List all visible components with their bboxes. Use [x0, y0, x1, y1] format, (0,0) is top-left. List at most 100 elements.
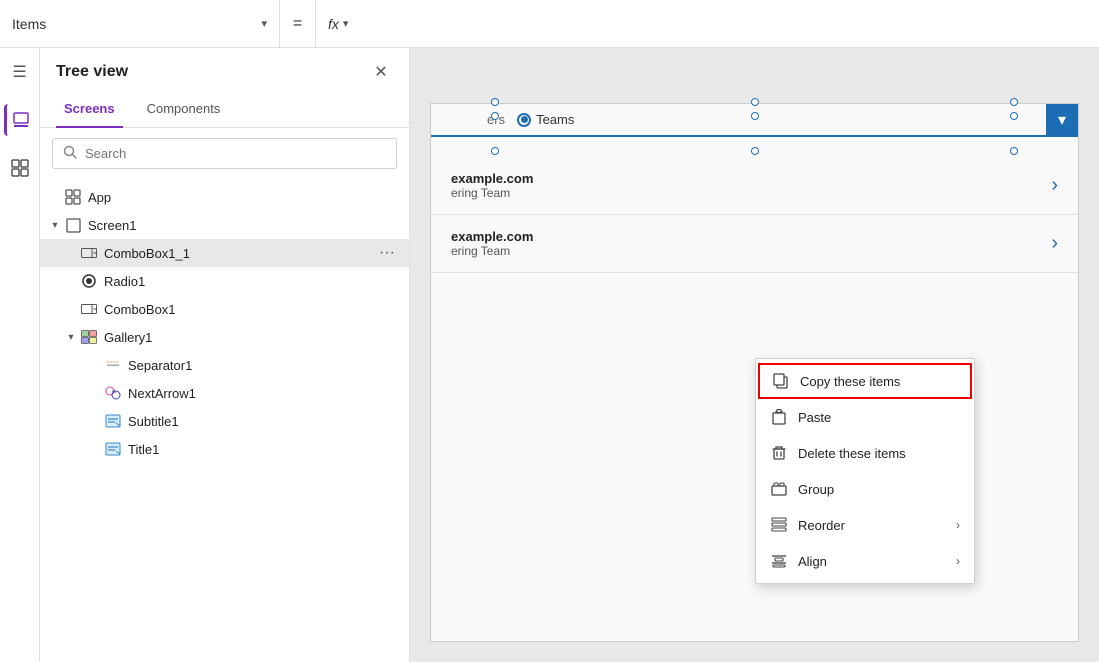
- group-icon: [770, 480, 788, 498]
- separator1-label: Separator1: [128, 358, 401, 373]
- gallery1-label: Gallery1: [104, 330, 401, 345]
- app-icon: [64, 188, 82, 206]
- top-bar: Items ▾ = fx ▾: [0, 0, 1099, 48]
- tree-header: Tree view ✕: [40, 48, 409, 92]
- subtitle1-spacer: [88, 414, 102, 428]
- control-dot: [491, 112, 499, 120]
- context-menu: Copy these items Paste: [755, 358, 975, 584]
- combobox1-icon: [80, 300, 98, 318]
- combobox1-1-chevron-spacer: [64, 246, 78, 260]
- layers-icon[interactable]: [4, 104, 36, 136]
- gallery1-chevron-icon[interactable]: ▾: [64, 330, 78, 344]
- control-dot: [1010, 147, 1018, 155]
- app-label: App: [88, 190, 401, 205]
- search-icon: [63, 145, 77, 162]
- tree-item-gallery1[interactable]: ▾ Gallery1: [40, 323, 409, 351]
- items-dropdown[interactable]: Items ▾: [0, 0, 280, 47]
- canvas-list-item-1: example.com ering Team ›: [431, 157, 1078, 215]
- combobox1-chevron-spacer: [64, 302, 78, 316]
- tab-components[interactable]: Components: [139, 93, 229, 128]
- subtitle1-label: Subtitle1: [128, 414, 401, 429]
- separator1-spacer: [88, 358, 102, 372]
- tree-view-title: Tree view: [56, 63, 128, 81]
- gallery-icon: [80, 328, 98, 346]
- icon-bar: ☰: [0, 48, 40, 662]
- context-menu-paste[interactable]: Paste: [756, 399, 974, 435]
- items-label: Items: [12, 16, 46, 32]
- control-dot: [491, 98, 499, 106]
- title1-label: Title1: [128, 442, 401, 457]
- tree-tabs: Screens Components: [40, 92, 409, 128]
- canvas-tab-row: ers Teams ▾: [431, 104, 1078, 137]
- group-label: Group: [798, 482, 834, 497]
- copy-icon: [772, 372, 790, 390]
- align-label: Align: [798, 554, 827, 569]
- tree-item-radio1[interactable]: Radio1: [40, 267, 409, 295]
- tab-screens[interactable]: Screens: [56, 93, 123, 128]
- canvas-area: ers Teams ▾: [410, 48, 1099, 662]
- fx-label: fx: [328, 16, 339, 32]
- screen1-label: Screen1: [88, 218, 401, 233]
- tree-panel: Tree view ✕ Screens Components: [40, 48, 410, 662]
- screen-icon: [64, 216, 82, 234]
- tree-item-separator1[interactable]: Separator1: [40, 351, 409, 379]
- equals-sign: =: [280, 0, 316, 47]
- paste-label: Paste: [798, 410, 831, 425]
- hamburger-menu-icon[interactable]: ☰: [4, 56, 36, 88]
- title1-spacer: [88, 442, 102, 456]
- tree-item-app[interactable]: App: [40, 183, 409, 211]
- context-menu-delete[interactable]: Delete these items: [756, 435, 974, 471]
- nextarrow1-label: NextArrow1: [128, 386, 401, 401]
- tree-close-button[interactable]: ✕: [369, 60, 393, 84]
- context-menu-group[interactable]: Group: [756, 471, 974, 507]
- canvas-list-item-2: example.com ering Team ›: [431, 215, 1078, 273]
- context-menu-reorder[interactable]: Reorder ›: [756, 507, 974, 543]
- combobox1-label: ComboBox1: [104, 302, 401, 317]
- canvas-item1-line1: example.com: [451, 171, 533, 186]
- control-dot: [1010, 98, 1018, 106]
- components-icon[interactable]: [4, 152, 36, 184]
- close-icon: ✕: [374, 62, 387, 82]
- control-dot: [751, 98, 759, 106]
- nextarrow-icon: [104, 384, 122, 402]
- tree-item-subtitle1[interactable]: Subtitle1: [40, 407, 409, 435]
- control-dot: [751, 147, 759, 155]
- combobox-icon: [80, 244, 98, 262]
- canvas-item2-line2: ering Team: [451, 244, 533, 258]
- chevron-spacer: [48, 190, 62, 204]
- fx-chevron-icon: ▾: [343, 17, 349, 30]
- tree-item-combobox1[interactable]: ComboBox1: [40, 295, 409, 323]
- control-dot: [751, 112, 759, 120]
- fx-bar[interactable]: fx ▾: [316, 0, 1099, 47]
- control-dot: [1010, 112, 1018, 120]
- tree-item-nextarrow1[interactable]: NextArrow1: [40, 379, 409, 407]
- align-arrow-icon: ›: [956, 554, 960, 568]
- reorder-icon: [770, 516, 788, 534]
- radio1-label: Radio1: [104, 274, 401, 289]
- search-box[interactable]: [52, 138, 397, 169]
- tree-item-title1[interactable]: Title1: [40, 435, 409, 463]
- search-input[interactable]: [85, 146, 386, 161]
- nextarrow1-spacer: [88, 386, 102, 400]
- separator-icon: [104, 356, 122, 374]
- copy-label: Copy these items: [800, 374, 900, 389]
- reorder-label: Reorder: [798, 518, 845, 533]
- canvas-item2-chevron-icon: ›: [1051, 232, 1058, 255]
- radio1-chevron-spacer: [64, 274, 78, 288]
- more-options-icon[interactable]: ···: [373, 244, 401, 262]
- paste-icon: [770, 408, 788, 426]
- context-menu-align[interactable]: Align ›: [756, 543, 974, 579]
- combobox1-1-label: ComboBox1_1: [104, 246, 373, 261]
- context-menu-copy[interactable]: Copy these items: [758, 363, 972, 399]
- canvas-item1-chevron-icon: ›: [1051, 174, 1058, 197]
- control-dot: [491, 147, 499, 155]
- screen1-chevron-icon[interactable]: ▾: [48, 218, 62, 232]
- tree-item-screen1[interactable]: ▾ Screen1: [40, 211, 409, 239]
- tree-item-combobox1-1[interactable]: ComboBox1_1 ···: [40, 239, 409, 267]
- align-icon: [770, 552, 788, 570]
- reorder-arrow-icon: ›: [956, 518, 960, 532]
- delete-icon: [770, 444, 788, 462]
- delete-label: Delete these items: [798, 446, 906, 461]
- canvas-dropdown-button[interactable]: ▾: [1046, 104, 1078, 136]
- main-layout: ☰ Tree view ✕ Screens: [0, 48, 1099, 662]
